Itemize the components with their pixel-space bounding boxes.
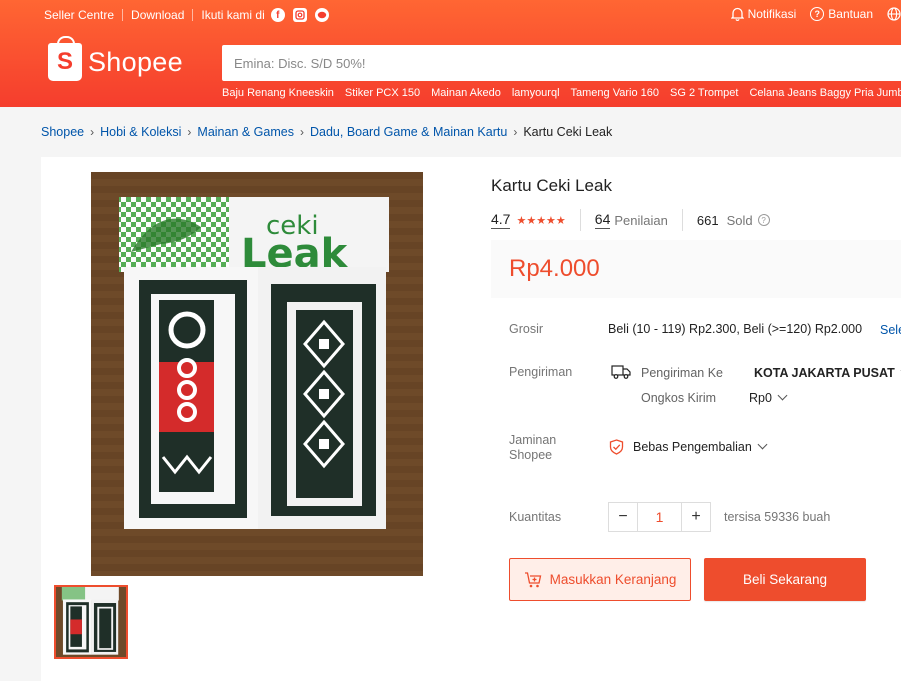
- stock-text: tersisa 59336 buah: [724, 510, 831, 524]
- download-link[interactable]: Download: [131, 8, 184, 22]
- help-link[interactable]: ? Bantuan: [810, 7, 873, 21]
- product-thumbnail[interactable]: [54, 585, 128, 659]
- chevron-right-icon: ›: [187, 125, 192, 139]
- chevron-right-icon: ›: [513, 125, 518, 139]
- price-box: Rp4.000: [491, 240, 901, 298]
- chevron-down-icon: [757, 439, 768, 450]
- shield-icon: [609, 439, 624, 455]
- breadcrumb-link[interactable]: Shopee: [41, 125, 84, 139]
- divider: [192, 9, 194, 21]
- guarantee-value: Bebas Pengembalian: [633, 440, 752, 454]
- cart-plus-icon: [524, 571, 541, 587]
- suggestion-link[interactable]: Baju Renang Kneeskin: [222, 87, 334, 99]
- breadcrumb-current: Kartu Ceki Leak: [523, 125, 613, 139]
- add-to-cart-label: Masukkan Keranjang: [549, 572, 677, 587]
- line-icon[interactable]: [314, 8, 329, 22]
- chevron-right-icon: ›: [90, 125, 95, 139]
- ship-to-label: Pengiriman Ke: [641, 366, 723, 380]
- shopee-bag-icon: S: [48, 36, 82, 81]
- shopee-logo[interactable]: S Shopee: [48, 36, 183, 81]
- wholesale-label: Grosir: [509, 322, 544, 336]
- wholesale-value: Beli (10 - 119) Rp2.300, Beli (>=120) Rp…: [608, 322, 863, 336]
- breadcrumb-link[interactable]: Mainan & Games: [197, 125, 294, 139]
- divider: [579, 209, 581, 231]
- suggestion-link[interactable]: lamyourql: [512, 87, 560, 99]
- seller-centre-link[interactable]: Seller Centre: [44, 8, 114, 22]
- header: Seller Centre Download Ikuti kami di f N…: [0, 0, 901, 107]
- reviews-label: Penilaian: [614, 212, 668, 228]
- search-suggestions: Baju Renang Kneeskin Stiker PCX 150 Main…: [222, 87, 901, 99]
- suggestion-link[interactable]: Stiker PCX 150: [345, 87, 420, 99]
- increase-button[interactable]: +: [682, 503, 710, 531]
- reviews-count[interactable]: 64: [594, 211, 611, 229]
- rating-value[interactable]: 4.7: [491, 211, 511, 229]
- info-icon[interactable]: ?: [757, 214, 770, 226]
- suggestion-link[interactable]: Celana Jeans Baggy Pria Jumbo: [749, 87, 901, 99]
- search-bar: [222, 45, 901, 81]
- guarantee-label-line2: Shopee: [509, 448, 553, 462]
- wholesale-more-link[interactable]: Sele: [880, 323, 901, 337]
- product-card: ceki Leak Kartu Ceki Leak 4.7 ★★★★★ 64 P…: [41, 157, 901, 681]
- facebook-icon[interactable]: f: [270, 8, 285, 22]
- search-input[interactable]: [222, 45, 901, 81]
- breadcrumb-link[interactable]: Hobi & Koleksi: [100, 125, 181, 139]
- help-icon: ?: [810, 7, 825, 21]
- breadcrumb-link[interactable]: Dadu, Board Game & Mainan Kartu: [310, 125, 507, 139]
- product-stats: 4.7 ★★★★★ 64 Penilaian 661 Sold ?: [491, 209, 770, 231]
- sold-label: Sold: [726, 212, 753, 228]
- breadcrumb: Shopee › Hobi & Koleksi › Mainan & Games…: [41, 125, 612, 139]
- quantity-stepper: − 1 +: [608, 502, 711, 532]
- notifications-label: Notifikasi: [747, 7, 797, 21]
- chevron-right-icon: ›: [299, 125, 304, 139]
- follow-label: Ikuti kami di: [201, 8, 265, 22]
- suggestion-link[interactable]: SG 2 Trompet: [670, 87, 738, 99]
- bell-icon: [730, 7, 744, 21]
- suggestion-link[interactable]: Mainan Akedo: [431, 87, 501, 99]
- buy-now-button[interactable]: Beli Sekarang: [704, 558, 866, 601]
- rating-stars-icon: ★★★★★: [516, 214, 566, 227]
- sold-count: 661: [696, 212, 719, 228]
- ship-cost-dropdown[interactable]: Rp0: [749, 390, 788, 405]
- language-selector[interactable]: [887, 7, 901, 21]
- chevron-down-icon: [777, 390, 788, 401]
- brand-name: Shopee: [88, 46, 183, 77]
- add-to-cart-button[interactable]: Masukkan Keranjang: [509, 558, 691, 601]
- help-label: Bantuan: [828, 7, 873, 21]
- product-main-image[interactable]: ceki Leak: [91, 172, 423, 576]
- ship-to-dropdown[interactable]: KOTA JAKARTA PUSAT: [754, 365, 901, 380]
- ship-cost-value: Rp0: [749, 391, 772, 405]
- guarantee-label-line1: Jaminan: [509, 433, 557, 447]
- divider: [681, 209, 683, 231]
- divider: [122, 9, 124, 21]
- guarantee-dropdown[interactable]: Bebas Pengembalian: [633, 439, 768, 454]
- globe-icon: [887, 7, 901, 21]
- quantity-input[interactable]: 1: [637, 503, 682, 531]
- decrease-button[interactable]: −: [609, 503, 637, 531]
- shipping-label: Pengiriman: [509, 365, 573, 379]
- quantity-label: Kuantitas: [509, 510, 562, 524]
- product-price: Rp4.000: [509, 255, 600, 282]
- notifications-link[interactable]: Notifikasi: [730, 7, 797, 21]
- ship-cost-label: Ongkos Kirim: [641, 391, 717, 405]
- product-title: Kartu Ceki Leak: [491, 176, 612, 195]
- instagram-icon[interactable]: [292, 8, 307, 22]
- ship-to-value: KOTA JAKARTA PUSAT: [754, 366, 895, 380]
- truck-icon: [611, 365, 631, 379]
- suggestion-link[interactable]: Tameng Vario 160: [571, 87, 659, 99]
- topbar: Seller Centre Download Ikuti kami di f N…: [0, 0, 901, 30]
